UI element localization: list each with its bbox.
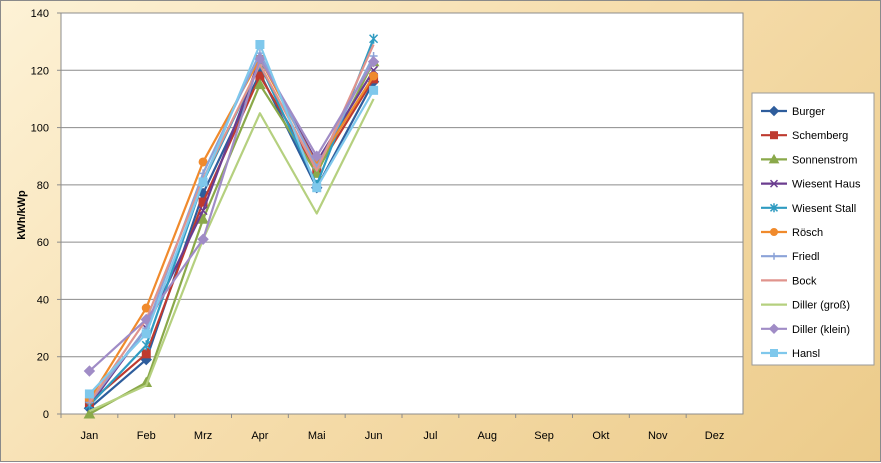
legend-marker — [770, 228, 778, 236]
y-tick-label: 140 — [31, 8, 49, 20]
legend-label: Bock — [792, 275, 817, 287]
y-tick-label: 80 — [37, 180, 49, 192]
legend-label: Rösch — [792, 227, 823, 239]
x-tick-label: Aug — [477, 430, 497, 442]
legend-label: Sonnenstrom — [792, 154, 857, 166]
x-tick-label: Feb — [137, 430, 156, 442]
legend-label: Wiesent Stall — [792, 203, 856, 215]
x-tick-label: Apr — [251, 430, 268, 442]
y-tick-label: 20 — [37, 352, 49, 364]
y-tick-label: 120 — [31, 65, 49, 77]
data-point — [141, 329, 151, 339]
data-point — [141, 349, 151, 359]
legend-label: Hansl — [792, 348, 820, 360]
legend-label: Friedl — [792, 251, 820, 263]
legend-marker — [770, 349, 778, 357]
x-tick-label: Mrz — [194, 430, 212, 442]
legend-label: Schemberg — [792, 130, 848, 142]
y-axis-title: kWh/kWp — [16, 190, 28, 240]
y-axis-ticks: 0 20 40 60 80 100 120 140 — [31, 8, 61, 421]
data-point — [198, 177, 208, 187]
legend-label: Burger — [792, 106, 825, 118]
data-point — [198, 157, 208, 167]
legend-label: Diller (klein) — [792, 324, 850, 336]
x-tick-label: Jan — [81, 430, 99, 442]
x-axis-ticks: Jan Feb Mrz Apr Mai Jun Jul Aug Sep Okt Nov Dez — [60, 414, 725, 442]
x-tick-label: Okt — [592, 430, 609, 442]
plot-area — [60, 12, 744, 415]
x-tick-label: Jul — [423, 430, 437, 442]
line-chart: 0 20 40 60 80 100 120 140 Jan Feb Mrz Apr Mai Jun Jul… — [16, 8, 875, 442]
legend-marker — [770, 131, 778, 140]
data-point — [84, 389, 94, 399]
legend-label: Diller (groß) — [792, 300, 850, 312]
x-tick-label: Sep — [534, 430, 554, 442]
chart-area: 0 20 40 60 80 100 120 140 Jan Feb Mrz Apr Mai Jun Jul… — [0, 0, 881, 462]
x-tick-label: Mai — [308, 430, 326, 442]
x-tick-label: Jun — [365, 430, 383, 442]
x-tick-label: Dez — [705, 430, 725, 442]
y-tick-label: 60 — [37, 237, 49, 249]
x-tick-label: Nov — [648, 430, 668, 442]
data-point — [255, 40, 265, 50]
y-tick-label: 40 — [37, 294, 49, 306]
data-point — [369, 71, 379, 81]
legend-label: Wiesent Haus — [792, 179, 861, 191]
y-tick-label: 0 — [43, 409, 49, 421]
y-tick-label: 100 — [31, 123, 49, 135]
data-point — [312, 183, 322, 193]
data-point — [369, 85, 379, 95]
